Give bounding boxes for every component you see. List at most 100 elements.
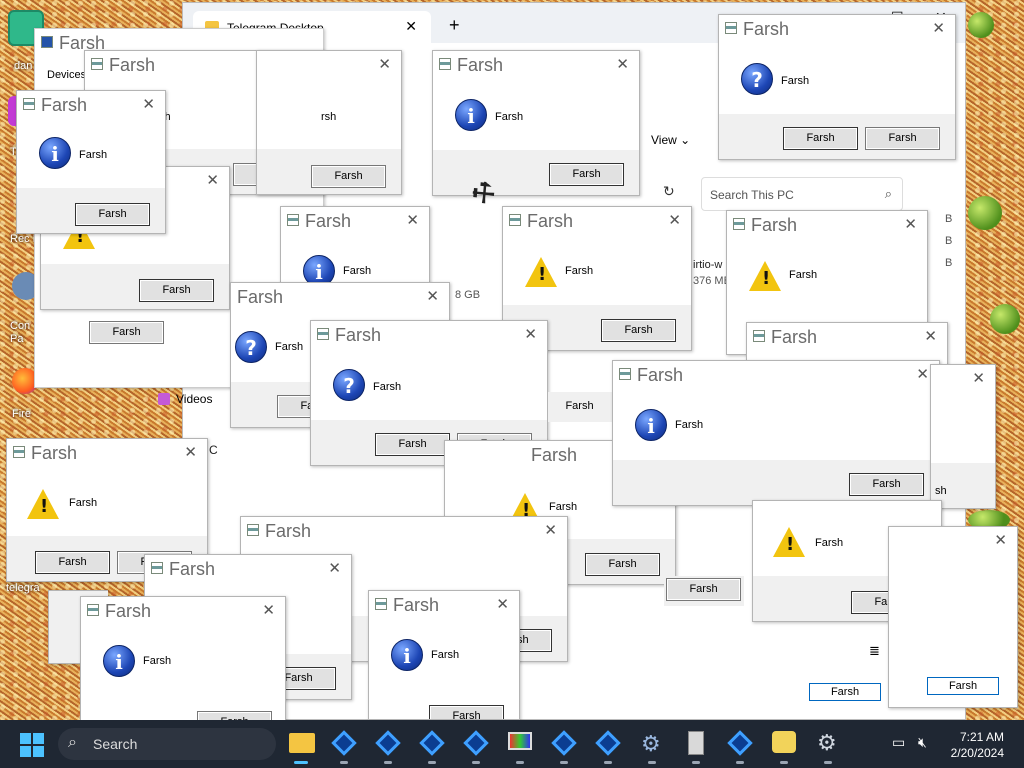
farsh-dialog: ✕ rsh Farsh — [256, 50, 402, 195]
close-icon[interactable]: ✕ — [932, 19, 945, 37]
gear-taskbar-button[interactable]: ⚙ — [638, 729, 666, 764]
dialog-message: Farsh — [373, 381, 402, 393]
gear-icon: ⚙ — [641, 731, 661, 756]
app-diamond-icon — [375, 730, 401, 756]
question-icon — [333, 369, 365, 401]
monitor-icon — [508, 732, 532, 750]
nav-item-this-pc[interactable]: C — [209, 443, 218, 457]
wallpaper-olive — [968, 12, 994, 38]
farsh-button[interactable]: Farsh — [35, 551, 110, 574]
close-icon[interactable]: ✕ — [616, 55, 629, 73]
close-icon[interactable]: ✕ — [904, 215, 917, 233]
farsh-dialog: Farsh — [664, 576, 744, 606]
farsh-button[interactable]: Farsh — [548, 396, 617, 419]
refresh-icon[interactable]: ↻ — [663, 183, 675, 200]
farsh-taskbar-button[interactable] — [462, 729, 490, 764]
size-column: B — [945, 257, 953, 269]
app-diamond-icon — [463, 730, 489, 756]
farsh-taskbar-button[interactable] — [330, 729, 358, 764]
farsh-button[interactable]: Farsh — [75, 203, 150, 226]
warning-icon — [525, 257, 557, 287]
close-icon[interactable]: ✕ — [328, 559, 341, 577]
clock-time: 7:21 AM — [959, 730, 1004, 744]
dialog-message: rsh — [321, 111, 337, 123]
farsh-taskbar-button[interactable] — [374, 729, 402, 764]
display-icon[interactable]: ▭ — [892, 734, 905, 751]
monitor-taskbar-button[interactable] — [506, 729, 534, 764]
close-icon[interactable]: ✕ — [924, 327, 937, 345]
farsh-button[interactable]: Farsh — [585, 553, 660, 576]
file-explorer-taskbar-button[interactable] — [287, 729, 315, 764]
close-icon[interactable]: ✕ — [544, 521, 557, 539]
app-diamond-icon — [595, 730, 621, 756]
farsh-dialog: Farsh✕ Farsh Farsh — [612, 360, 940, 506]
wallpaper-olive — [990, 304, 1020, 334]
search-input[interactable]: Search This PC ⌕ — [701, 177, 903, 211]
start-button[interactable] — [20, 733, 44, 757]
size-column: B — [945, 235, 953, 247]
details-view-icon[interactable]: ≣ — [869, 643, 880, 659]
view-menu-button[interactable]: View ⌄ — [651, 133, 690, 147]
close-icon[interactable]: ✕ — [524, 325, 537, 343]
app-window-icon — [509, 214, 521, 226]
farsh-button[interactable]: Farsh — [927, 677, 999, 695]
farsh-button[interactable]: Farsh — [849, 473, 924, 496]
farsh-button[interactable]: Farsh — [429, 705, 504, 719]
farsh-button[interactable]: Farsh — [809, 683, 881, 701]
farsh-button[interactable]: Farsh — [89, 321, 164, 344]
volume-muted-icon[interactable]: 🔇︎ — [918, 734, 927, 751]
close-icon[interactable]: ✕ — [426, 287, 439, 305]
farsh-button[interactable]: Farsh — [601, 319, 676, 342]
farsh-button[interactable]: Farsh — [865, 127, 940, 150]
clock-date: 2/20/2024 — [950, 746, 1004, 760]
desktop-icon-label: Fire — [12, 408, 31, 420]
dialog-message: Farsh — [343, 265, 372, 277]
close-icon[interactable]: ✕ — [262, 601, 275, 619]
taskbar-search[interactable]: ⌕ Search — [58, 728, 276, 760]
close-tab-icon[interactable]: ✕ — [405, 18, 417, 35]
farsh-taskbar-button[interactable] — [418, 729, 446, 764]
farsh-button[interactable]: Farsh — [549, 163, 624, 186]
question-icon — [235, 331, 267, 363]
info-icon — [391, 639, 423, 671]
close-icon[interactable]: ✕ — [406, 211, 419, 229]
close-icon[interactable]: ✕ — [916, 365, 929, 383]
settings-taskbar-button[interactable]: ⚙ — [814, 729, 842, 764]
farsh-dialog: ✕ Farsh — [888, 526, 1018, 708]
farsh-dialog: Farsh — [548, 392, 618, 422]
dialog-message: Farsh — [781, 75, 810, 87]
warning-icon — [773, 527, 805, 557]
app-diamond-icon — [419, 730, 445, 756]
paint-taskbar-button[interactable] — [770, 729, 798, 764]
farsh-taskbar-button[interactable] — [550, 729, 578, 764]
dialog-message: Farsh — [143, 655, 172, 667]
dialog-message: Farsh — [815, 537, 844, 549]
search-icon: ⌕ — [68, 734, 77, 751]
farsh-button[interactable]: Farsh — [139, 279, 214, 302]
dialog-message: Farsh — [675, 419, 704, 431]
chevron-down-icon: ⌄ — [680, 133, 691, 147]
farsh-button[interactable]: Farsh — [783, 127, 858, 150]
farsh-taskbar-button[interactable] — [726, 729, 754, 764]
close-icon[interactable]: ✕ — [496, 595, 509, 613]
dialog-message: Farsh — [431, 649, 460, 661]
drive-label: irtio-w — [693, 259, 723, 271]
folder-icon — [289, 733, 315, 753]
clock[interactable]: 7:21 AM 2/20/2024 — [951, 729, 1004, 761]
close-icon[interactable]: ✕ — [994, 531, 1007, 549]
close-icon[interactable]: ✕ — [378, 55, 391, 73]
farsh-taskbar-button[interactable] — [594, 729, 622, 764]
farsh-button[interactable]: Farsh — [375, 433, 450, 456]
close-icon[interactable]: ✕ — [972, 369, 985, 387]
info-icon — [103, 645, 135, 677]
archive-taskbar-button[interactable] — [682, 729, 710, 764]
farsh-button[interactable]: Farsh — [666, 578, 741, 601]
farsh-button[interactable]: Farsh — [311, 165, 386, 188]
paint-icon — [772, 731, 796, 753]
new-tab-button[interactable]: + — [449, 15, 460, 36]
close-icon[interactable]: ✕ — [184, 443, 197, 461]
close-icon[interactable]: ✕ — [206, 171, 219, 189]
nav-item-videos[interactable]: Videos — [158, 392, 212, 406]
close-icon[interactable]: ✕ — [142, 95, 155, 113]
close-icon[interactable]: ✕ — [668, 211, 681, 229]
